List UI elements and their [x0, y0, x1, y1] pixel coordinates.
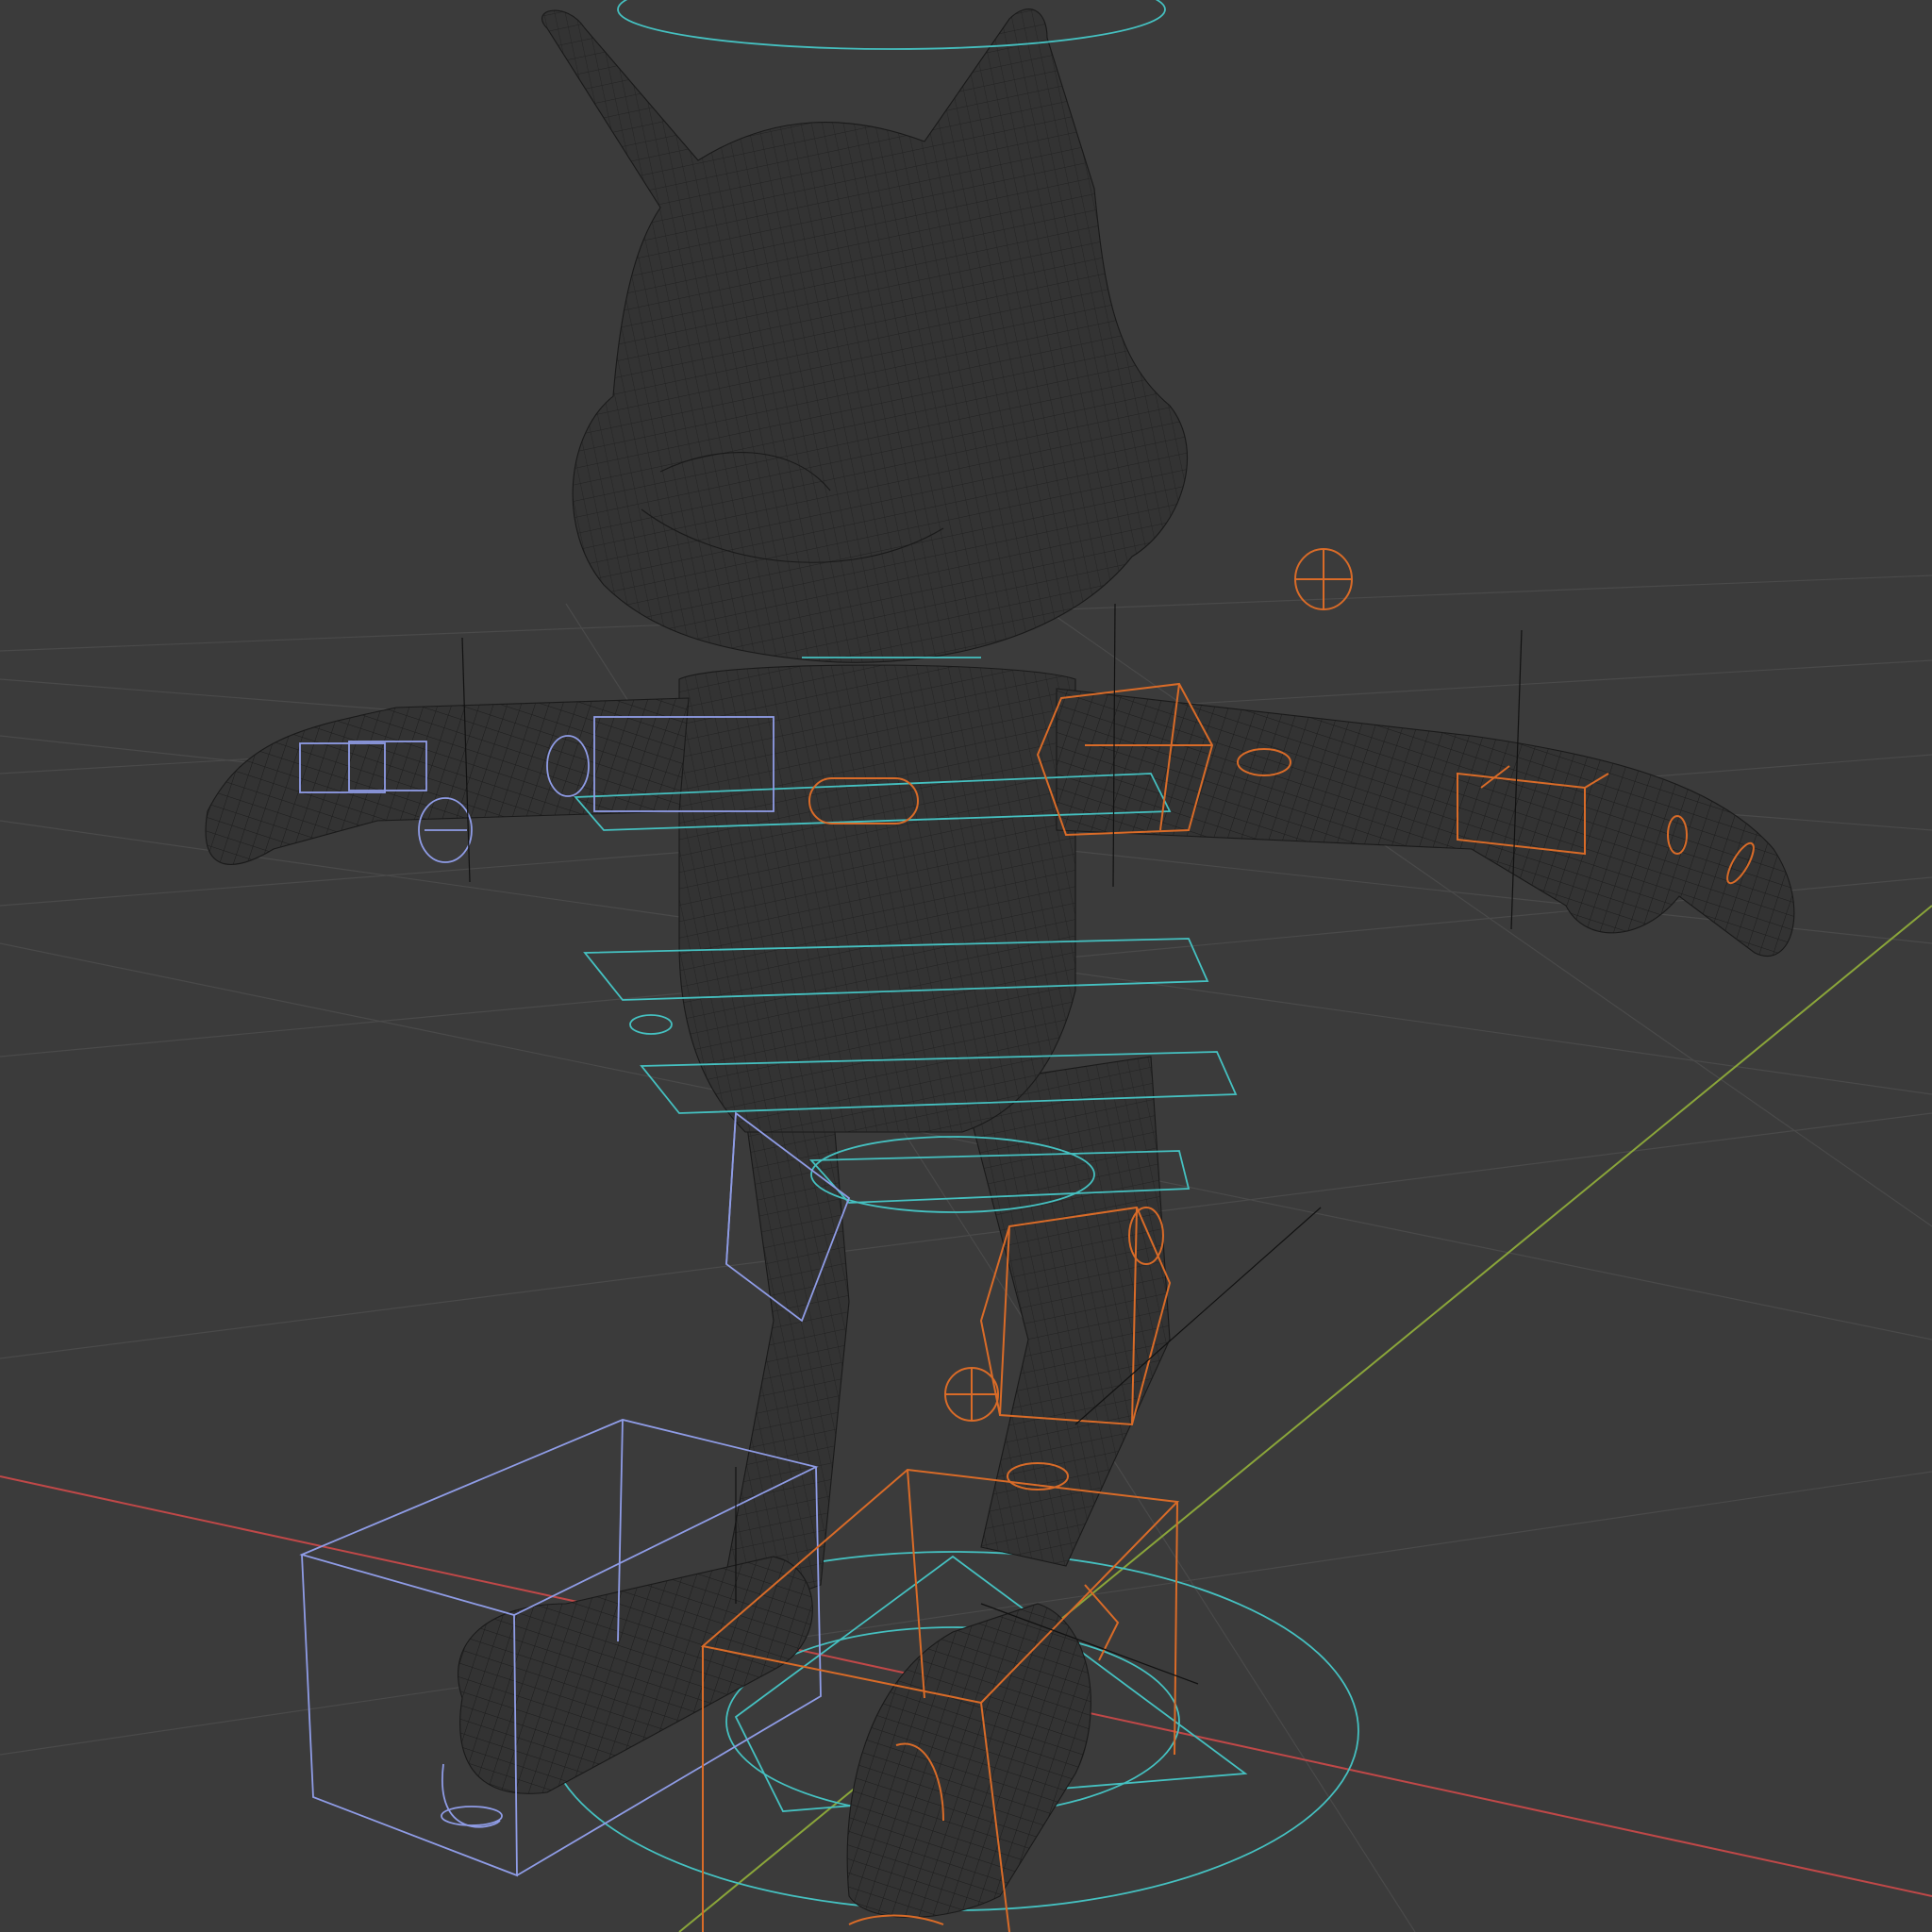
3d-viewport[interactable] — [0, 0, 1932, 1932]
head-control — [617, 0, 1166, 50]
character-mesh[interactable] — [205, 8, 1795, 1919]
